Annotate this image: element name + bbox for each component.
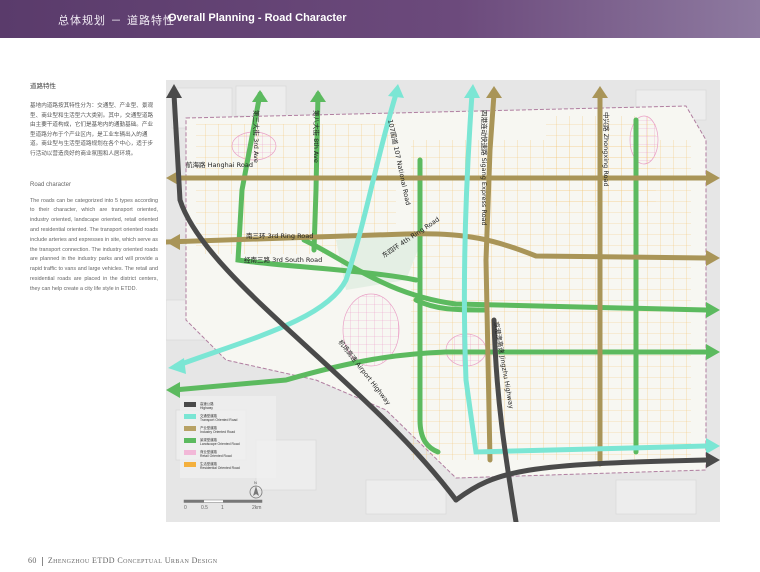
road-character-map: 第三大街 3rd Ave 第八大街 8th Ave 107国道 107 Nati… (166, 80, 720, 522)
label-3rd-ave: 第三大街 3rd Ave (252, 110, 261, 163)
section-title-en: Road character (30, 181, 72, 188)
page-number: 60 (28, 556, 37, 565)
header-bar: 总体规划 － 道路特性 Overall Planning - Road Char… (0, 0, 760, 38)
svg-text:Landscape Oriented Road: Landscape Oriented Road (200, 442, 240, 446)
svg-text:Industry Oriented Road: Industry Oriented Road (200, 430, 235, 434)
section-body-cn: 基地内道路按其特性分为：交通型、产业型、景观型、商业型和生活型六大类别。其中，交… (30, 103, 154, 157)
label-hanghai-road: 航海路 Hanghai Road (186, 160, 253, 169)
svg-text:0.5: 0.5 (201, 505, 208, 511)
header-title-cn: 总体规划 － 道路特性 (58, 14, 175, 27)
page-footer: 60 Zhengzhou ETDD Conceptual Urban Design (28, 556, 217, 566)
label-8th-ave: 第八大街 8th Ave (312, 110, 321, 163)
svg-text:Highway: Highway (200, 406, 213, 410)
svg-text:Residential Oriented Road: Residential Oriented Road (200, 466, 240, 470)
document-title: Zhengzhou ETDD Conceptual Urban Design (47, 556, 218, 565)
svg-text:Retail Oriented Road: Retail Oriented Road (200, 454, 232, 458)
label-zhongxing-road: 中兴路 Zhongxing Road (602, 112, 611, 187)
svg-text:Transport Oriented Road: Transport Oriented Road (200, 418, 237, 422)
label-sigang-express: 四港连动快速路 Sigang Express Road (480, 110, 489, 226)
map-legend: 高速公路 Highway 交通型道路 Transport Oriented Ro… (180, 396, 276, 478)
svg-text:0: 0 (184, 505, 187, 511)
section-body-en: The roads can be categorized into 5 type… (30, 197, 158, 292)
svg-text:1: 1 (221, 505, 224, 511)
svg-text:N: N (254, 480, 257, 485)
sidebar-text: 道路特性 基地内道路按其特性分为：交通型、产业型、景观型、商业型和生活型六大类别… (30, 80, 158, 295)
label-3rd-south-road: 经南三路 3rd South Road (244, 255, 322, 264)
footer-divider (41, 556, 43, 566)
section-title-cn: 道路特性 (30, 82, 56, 90)
header-title-en: Overall Planning - Road Character (168, 12, 347, 24)
svg-text:2km: 2km (252, 505, 261, 511)
label-3rd-ring-road: 南三环 3rd Ring Road (246, 231, 313, 240)
